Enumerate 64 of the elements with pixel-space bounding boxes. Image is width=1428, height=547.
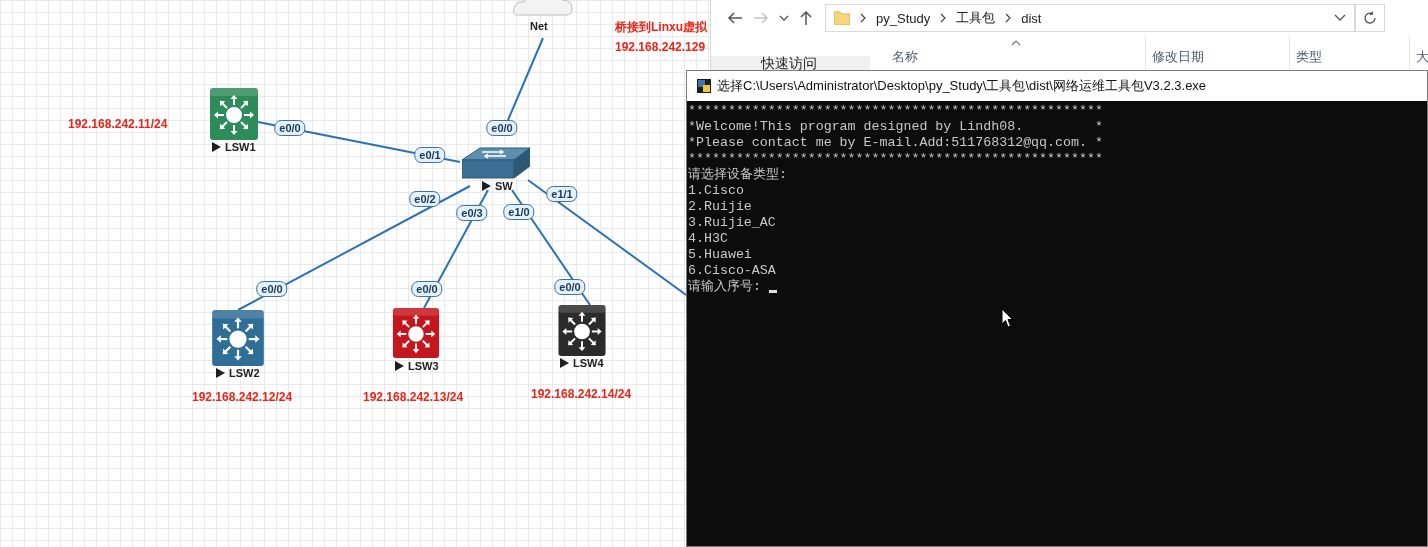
back-arrow-icon[interactable] — [727, 11, 743, 25]
port-label: e0/0 — [486, 120, 518, 136]
router-switch-icon[interactable] — [212, 310, 264, 366]
mouse-cursor-icon — [1001, 308, 1013, 328]
console-line: *Please contact me by E-mail.Add:511768312@qq.com. * — [688, 135, 1104, 151]
annotation-text: 桥接到Linxu虚拟 — [615, 19, 707, 36]
console-line: **************************************************** — [688, 103, 1104, 119]
play-icon[interactable] — [395, 361, 404, 371]
switch-icon[interactable] — [462, 146, 530, 180]
chevron-down-icon[interactable] — [1334, 14, 1346, 22]
breadcrumb[interactable]: 工具包 — [956, 9, 996, 27]
console-line: 请选择设备类型: — [688, 167, 788, 183]
ip-address-label: 192.168.242.13/24 — [363, 390, 464, 404]
port-label: e0/0 — [411, 281, 443, 297]
console-prompt: 请输入序号: — [688, 279, 762, 295]
address-bar[interactable]: py_Study 工具包 dist — [825, 4, 1355, 32]
router-switch-icon[interactable] — [210, 88, 258, 140]
port-label: e0/0 — [554, 279, 586, 295]
ip-address-label: 192.168.242.11/24 — [68, 117, 168, 131]
play-icon[interactable] — [216, 368, 225, 378]
breadcrumb[interactable]: dist — [1021, 10, 1042, 26]
port-label: e1/0 — [503, 204, 535, 220]
port-label: e0/0 — [274, 120, 306, 136]
node-label: LSW3 — [408, 360, 439, 372]
chevron-down-icon[interactable] — [779, 14, 789, 22]
port-label: e0/0 — [256, 281, 288, 297]
play-icon[interactable] — [212, 142, 221, 152]
play-icon[interactable] — [482, 181, 491, 191]
up-arrow-icon[interactable] — [799, 10, 813, 26]
chevron-right-icon[interactable] — [860, 13, 866, 23]
port-label: e0/3 — [456, 205, 488, 221]
console-line: 4.H3C — [688, 231, 729, 247]
port-label: e0/1 — [414, 147, 446, 163]
node-label: LSW1 — [225, 141, 256, 153]
node-label: Net — [530, 20, 548, 32]
breadcrumb[interactable]: py_Study — [876, 10, 931, 26]
console-line: 1.Cisco — [688, 183, 745, 199]
port-label: e1/1 — [546, 186, 578, 202]
text-cursor — [768, 290, 777, 293]
ip-address-label: 192.168.242.14/24 — [531, 387, 632, 401]
column-header[interactable]: 大 — [1410, 36, 1428, 70]
annotation-text: 192.168.242.129 — [615, 40, 707, 54]
router-switch-icon[interactable] — [392, 308, 440, 358]
sort-caret-icon — [1011, 40, 1021, 46]
console-line: 3.Ruijie_AC — [688, 215, 777, 231]
window-title: 选择C:\Users\Administrator\Desktop\py_Study\工具包\dist\网络运维工具包V3.2.3.exe — [717, 77, 1207, 95]
refresh-button[interactable] — [1355, 4, 1385, 32]
folder-icon — [834, 11, 850, 25]
console-line: 5.Huawei — [688, 247, 753, 263]
ip-address-label: 192.168.242.12/24 — [192, 390, 293, 404]
chevron-right-icon[interactable] — [1005, 13, 1012, 23]
console-line: **************************************************** — [688, 151, 1104, 167]
console-line: 2.Ruijie — [688, 199, 753, 215]
console-line: *Welcome!This program designed by Lindh08. * — [688, 119, 1104, 135]
refresh-icon — [1363, 11, 1377, 25]
python-icon — [697, 79, 711, 93]
node-label: SW — [495, 180, 513, 192]
node-label: LSW2 — [229, 367, 260, 379]
port-label: e0/2 — [409, 191, 441, 207]
chevron-right-icon[interactable] — [940, 13, 947, 23]
node-label: LSW4 — [573, 357, 604, 369]
console-line: 6.Cisco-ASA — [688, 263, 777, 279]
router-switch-icon[interactable] — [558, 305, 606, 356]
play-icon[interactable] — [560, 358, 569, 368]
